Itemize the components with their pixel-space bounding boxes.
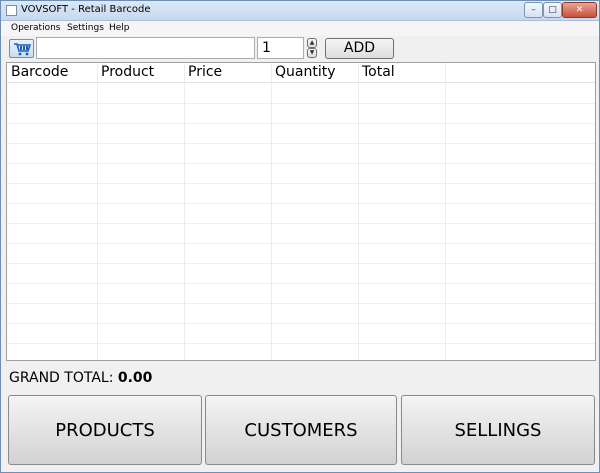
row-gridline <box>7 203 595 204</box>
add-button[interactable]: ADD <box>325 38 394 59</box>
menu-bar: Operations Settings Help <box>1 21 599 36</box>
minimize-button[interactable]: – <box>524 2 543 18</box>
column-divider <box>184 63 185 360</box>
grand-total: GRAND TOTAL: 0.00 <box>9 370 152 386</box>
items-table[interactable]: Barcode Product Price Quantity Total <box>6 62 596 361</box>
column-divider <box>445 63 446 360</box>
row-gridline <box>7 163 595 164</box>
column-header-price[interactable]: Price <box>188 64 222 80</box>
app-icon <box>6 5 17 16</box>
row-gridline <box>7 283 595 284</box>
row-gridline <box>7 303 595 304</box>
menu-operations[interactable]: Operations <box>11 23 60 33</box>
column-header-quantity[interactable]: Quantity <box>275 64 336 80</box>
grand-total-label: GRAND TOTAL: <box>9 370 114 386</box>
row-gridline <box>7 343 595 344</box>
menu-help[interactable]: Help <box>109 23 130 33</box>
column-divider <box>97 63 98 360</box>
row-gridline <box>7 183 595 184</box>
quantity-down-button[interactable]: ▼ <box>307 48 317 58</box>
quantity-up-button[interactable]: ▲ <box>307 38 317 48</box>
close-button[interactable]: ✕ <box>562 2 597 18</box>
window-title: VOVSOFT - Retail Barcode <box>21 4 151 15</box>
table-header: Barcode Product Price Quantity Total <box>7 63 595 83</box>
column-divider <box>271 63 272 360</box>
shopping-cart-icon <box>14 43 31 56</box>
products-button[interactable]: PRODUCTS <box>8 395 202 465</box>
row-gridline <box>7 323 595 324</box>
title-bar[interactable]: VOVSOFT - Retail Barcode – □ ✕ <box>1 1 599 21</box>
barcode-input[interactable] <box>36 37 255 59</box>
quantity-input[interactable]: 1 <box>257 37 304 59</box>
cart-button[interactable] <box>9 39 34 58</box>
row-gridline <box>7 103 595 104</box>
grand-total-value: 0.00 <box>117 370 153 386</box>
column-divider <box>358 63 359 360</box>
row-gridline <box>7 263 595 264</box>
row-gridline <box>7 123 595 124</box>
menu-settings[interactable]: Settings <box>67 23 104 33</box>
column-header-total[interactable]: Total <box>362 64 395 80</box>
sellings-button[interactable]: SELLINGS <box>401 395 595 465</box>
row-gridline <box>7 223 595 224</box>
maximize-button[interactable]: □ <box>543 2 562 18</box>
column-header-barcode[interactable]: Barcode <box>11 64 68 80</box>
customers-button[interactable]: CUSTOMERS <box>205 395 397 465</box>
column-header-product[interactable]: Product <box>101 64 154 80</box>
app-window: VOVSOFT - Retail Barcode – □ ✕ Operation… <box>0 0 600 473</box>
row-gridline <box>7 143 595 144</box>
row-gridline <box>7 243 595 244</box>
